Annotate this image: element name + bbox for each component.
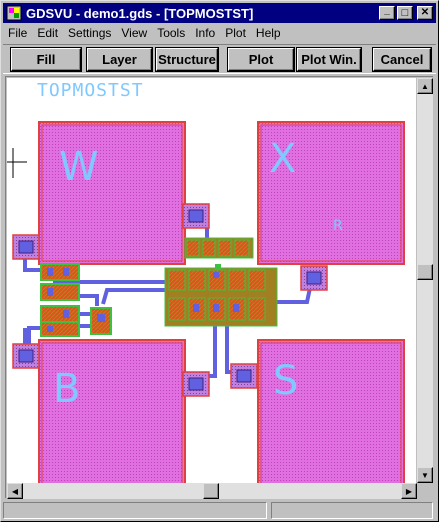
scroll-left-arrow-icon[interactable]: ◀ [7, 483, 23, 499]
menu-settings[interactable]: Settings [63, 26, 116, 40]
minimize-button[interactable]: _ [379, 6, 395, 20]
via-pad-right[interactable] [300, 265, 328, 291]
pad-label-s: S [273, 358, 298, 404]
layout-drawing: TOPMOSTST W X R B S [7, 80, 405, 483]
layout-canvas[interactable]: TOPMOSTST W X R B S [7, 78, 416, 483]
close-button[interactable]: ✕ [417, 6, 433, 20]
pad-label-x: X [269, 136, 296, 182]
menu-view[interactable]: View [116, 26, 152, 40]
menu-plot[interactable]: Plot [220, 26, 251, 40]
via-pad-left-top[interactable] [12, 234, 40, 260]
status-bar [3, 500, 436, 520]
pad-label-w: W [59, 144, 99, 190]
plot-button[interactable]: Plot [228, 48, 294, 71]
scroll-down-arrow-icon[interactable]: ▼ [417, 467, 433, 483]
menu-help[interactable]: Help [251, 26, 286, 40]
scroll-right-arrow-icon[interactable]: ▶ [401, 483, 417, 499]
menu-edit[interactable]: Edit [32, 26, 63, 40]
transistor-array-left[interactable] [40, 263, 112, 337]
plot-window-button[interactable]: Plot Win. [297, 48, 361, 71]
via-pad-left-bottom[interactable] [12, 343, 40, 369]
menu-file[interactable]: File [3, 26, 32, 40]
horizontal-scrollbar[interactable]: ◀ ▶ [7, 483, 417, 499]
via-pad-bottom-center[interactable] [182, 371, 210, 397]
window-title: GDSVU - demo1.gds - [TOPMOSTST] [26, 5, 254, 21]
crosshair-cursor-icon [7, 148, 27, 178]
status-pane-secondary [271, 502, 433, 519]
pad-label-b: B [53, 366, 80, 412]
vertical-scrollbar[interactable]: ▲ ▼ [417, 78, 433, 483]
menu-tools[interactable]: Tools [152, 26, 190, 40]
toolbar: Fill Layer Structure Plot Plot Win. Canc… [3, 44, 436, 74]
via-pad-bottom-right[interactable] [230, 363, 258, 389]
via-pad-top-center[interactable] [182, 203, 210, 229]
maximize-icon: □ [401, 6, 409, 19]
minimize-icon: _ [384, 5, 390, 16]
maximize-button[interactable]: □ [397, 6, 413, 20]
gdsvu-app-icon[interactable] [6, 5, 22, 21]
vertical-scroll-thumb[interactable] [417, 264, 433, 280]
horizontal-scroll-thumb[interactable] [203, 483, 219, 499]
menu-info[interactable]: Info [190, 26, 220, 40]
canvas-frame: TOPMOSTST W X R B S ▲ ▼ ◀ ▶ [5, 76, 433, 499]
structure-button[interactable]: Structure [156, 48, 218, 71]
pad-label-r: R [333, 218, 343, 234]
cell-name-label: TOPMOSTST [37, 80, 144, 101]
scroll-up-arrow-icon[interactable]: ▲ [417, 78, 433, 94]
cancel-button[interactable]: Cancel [373, 48, 431, 71]
menu-bar: File Edit Settings View Tools Info Plot … [3, 23, 436, 42]
status-pane-main [3, 502, 267, 519]
fill-button[interactable]: Fill [11, 48, 81, 71]
layer-button[interactable]: Layer [87, 48, 152, 71]
app-window: GDSVU - demo1.gds - [TOPMOSTST] _ □ ✕ Fi… [0, 0, 439, 522]
scrollbar-corner [417, 483, 433, 499]
close-icon: ✕ [420, 7, 430, 18]
title-bar[interactable]: GDSVU - demo1.gds - [TOPMOSTST] _ □ ✕ [3, 3, 436, 23]
